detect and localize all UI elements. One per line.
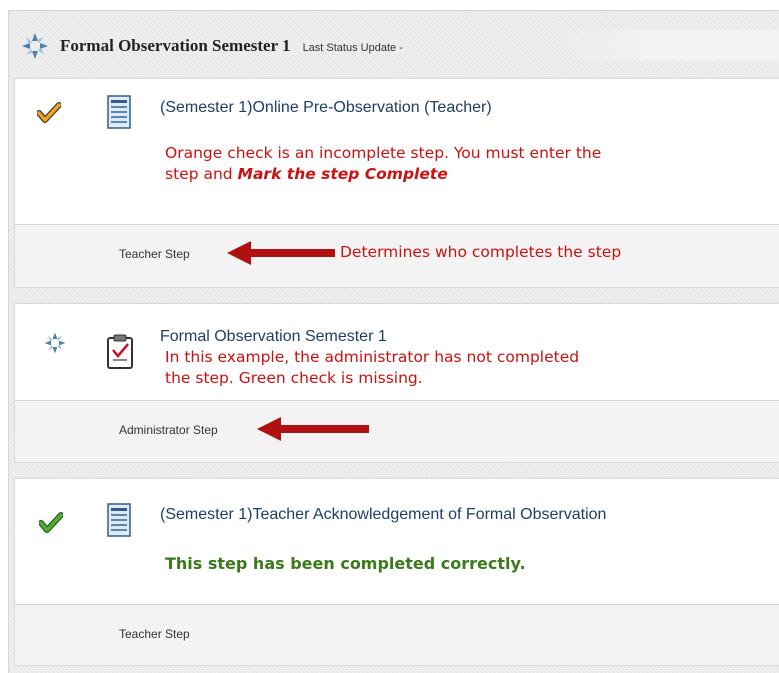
workflow-step-card: (Semester 1)Teacher Acknowledgement of F… — [14, 478, 779, 666]
step-footer: Administrator Step — [15, 400, 779, 462]
workflow-step-card: Formal Observation Semester 1 In this ex… — [14, 303, 779, 463]
mark-complete-emphasis: Mark the step Complete — [237, 165, 448, 183]
step-title-link[interactable]: Formal Observation Semester 1 — [160, 328, 387, 346]
completed-step-note: This step has been completed correctly. — [165, 554, 526, 573]
annotation-text: Determines who completes the step — [340, 243, 622, 261]
step-owner-label: Teacher Step — [119, 627, 190, 641]
missing-check-note: In this example, the administrator has n… — [165, 348, 580, 387]
document-form-icon[interactable] — [107, 95, 131, 129]
clipboard-check-icon[interactable] — [105, 334, 135, 370]
green-check-icon — [39, 512, 63, 533]
step-footer: Teacher Step Determines who completes th… — [15, 224, 779, 287]
pending-spinner-icon — [22, 33, 48, 59]
orange-check-icon — [37, 102, 61, 123]
red-arrow-icon — [257, 417, 369, 441]
pending-spinner-icon — [44, 332, 66, 354]
last-status-update: Last Status Update - — [302, 41, 403, 54]
step-owner-label: Administrator Step — [119, 423, 218, 437]
step-owner-label: Teacher Step — [119, 247, 190, 261]
incomplete-step-note: Orange check is an incomplete step. You … — [165, 144, 602, 183]
workflow-header: Formal Observation Semester 1 Last Statu… — [20, 28, 403, 64]
workflow-step-card: (Semester 1)Online Pre-Observation (Teac… — [14, 78, 779, 288]
header-fade — [560, 30, 779, 60]
red-arrow-icon — [227, 241, 335, 265]
document-form-icon[interactable] — [107, 503, 131, 537]
step-title-link[interactable]: (Semester 1)Online Pre-Observation (Teac… — [160, 99, 492, 117]
page-title: Formal Observation Semester 1 — [60, 36, 291, 55]
step-title-link[interactable]: (Semester 1)Teacher Acknowledgement of F… — [160, 506, 606, 524]
step-footer: Teacher Step — [15, 604, 779, 665]
